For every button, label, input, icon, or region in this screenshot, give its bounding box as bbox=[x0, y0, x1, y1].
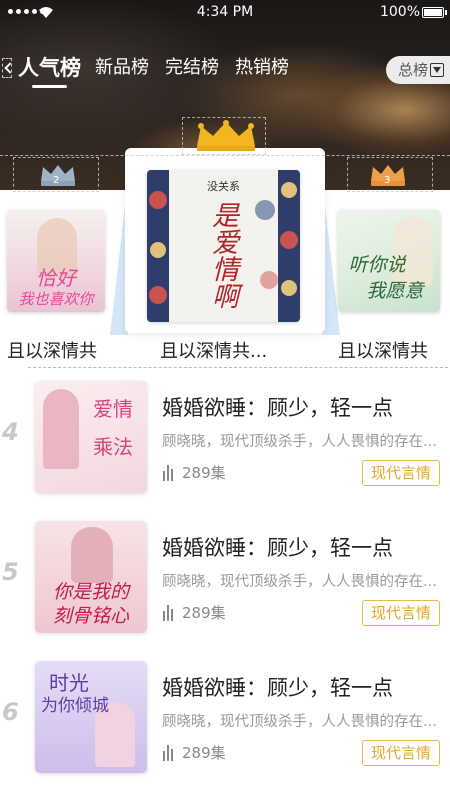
genre-tag[interactable]: 现代言情 bbox=[362, 460, 440, 486]
cover-title-line2: 刻骨铭心 bbox=[52, 605, 129, 627]
ranking-list: 4 爱情 乘法 婚婚欲睡：顾少，轻一点 顾晓晓，现代顶级杀手，人人畏惧的存在..… bbox=[0, 370, 450, 790]
cover-subtitle: 没关系 bbox=[207, 180, 240, 193]
battery-icon bbox=[422, 7, 447, 18]
cover-title-line2: 乘法 bbox=[93, 435, 133, 459]
episode-count-label: 289集 bbox=[182, 604, 226, 622]
chevron-down-icon bbox=[430, 63, 444, 77]
cover-figure bbox=[71, 527, 113, 583]
book-cover[interactable]: 你是我的 刻骨铭心 bbox=[35, 521, 147, 633]
status-bar: 4:34 PM 100% bbox=[0, 0, 450, 26]
rank-number: 6 bbox=[2, 698, 19, 726]
rank-badge-second: 2 bbox=[53, 175, 60, 186]
section-divider bbox=[28, 367, 448, 368]
episode-count: 289集 bbox=[162, 742, 226, 763]
cover-title-line2: 为你倾城 bbox=[41, 696, 109, 716]
book-title: 婚婚欲睡：顾少，轻一点 bbox=[162, 676, 393, 700]
audio-bars-icon bbox=[162, 744, 176, 761]
cover-title-line2: 我愿意 bbox=[366, 280, 424, 302]
audio-bars-icon bbox=[162, 604, 176, 621]
audio-bars-icon bbox=[162, 464, 176, 481]
podium-guide-line bbox=[0, 155, 450, 156]
episode-count: 289集 bbox=[162, 462, 226, 483]
tab-new[interactable]: 新品榜 bbox=[95, 54, 149, 82]
podium-second-cover[interactable]: 恰好 我也喜欢你 bbox=[7, 210, 105, 312]
cover-title-line1: 爱情 bbox=[93, 397, 133, 421]
book-cover[interactable]: 时光 为你倾城 bbox=[35, 661, 147, 773]
book-description: 顾晓晓，现代顶级杀手，人人畏惧的存在... bbox=[162, 574, 437, 590]
rank-badge-third: 3 bbox=[384, 175, 391, 186]
book-description: 顾晓晓，现代顶级杀手，人人畏惧的存在... bbox=[162, 434, 437, 450]
cover-title-line1: 恰好 bbox=[36, 266, 76, 290]
list-item[interactable]: 5 你是我的 刻骨铭心 婚婚欲睡：顾少，轻一点 顾晓晓，现代顶级杀手，人人畏惧的… bbox=[0, 510, 450, 650]
podium-third-cover[interactable]: 听你说 我愿意 bbox=[338, 210, 440, 312]
scope-dropdown-label: 总榜 bbox=[398, 61, 429, 79]
book-title: 婚婚欲睡：顾少，轻一点 bbox=[162, 396, 393, 420]
cover-title-line1: 你是我的 bbox=[52, 581, 129, 603]
tab-popular[interactable]: 人气榜 bbox=[18, 54, 81, 88]
list-item[interactable]: 6 时光 为你倾城 婚婚欲睡：顾少，轻一点 顾晓晓，现代顶级杀手，人人畏惧的存在… bbox=[0, 650, 450, 790]
cover-title-line1: 听你说 bbox=[348, 254, 406, 276]
tab-bestselling[interactable]: 热销榜 bbox=[235, 54, 289, 82]
episode-count-label: 289集 bbox=[182, 744, 226, 762]
book-cover[interactable]: 爱情 乘法 bbox=[35, 381, 147, 493]
episode-count-label: 289集 bbox=[182, 464, 226, 482]
scope-dropdown[interactable]: 总榜 bbox=[386, 56, 450, 84]
rank-number: 4 bbox=[2, 418, 19, 446]
book-title: 婚婚欲睡：顾少，轻一点 bbox=[162, 536, 393, 560]
list-item[interactable]: 4 爱情 乘法 婚婚欲睡：顾少，轻一点 顾晓晓，现代顶级杀手，人人畏惧的存在..… bbox=[0, 370, 450, 510]
cover-title-line2: 我也喜欢你 bbox=[18, 290, 94, 308]
genre-tag[interactable]: 现代言情 bbox=[362, 740, 440, 766]
podium-first-cover[interactable]: 没关系 是爱情啊 bbox=[147, 170, 300, 322]
episode-count: 289集 bbox=[162, 602, 226, 623]
battery-percent: 100% bbox=[379, 4, 420, 20]
back-icon[interactable] bbox=[2, 58, 12, 78]
ranking-tabs: 人气榜 新品榜 完结榜 热销榜 bbox=[18, 54, 305, 88]
podium-first-title[interactable]: 且以深情共... bbox=[160, 337, 267, 363]
rank-number: 5 bbox=[2, 558, 19, 586]
podium-third-title[interactable]: 且以深情共 bbox=[338, 337, 428, 363]
book-description: 顾晓晓，现代顶级杀手，人人畏惧的存在... bbox=[162, 714, 437, 730]
genre-tag[interactable]: 现代言情 bbox=[362, 600, 440, 626]
tab-completed[interactable]: 完结榜 bbox=[165, 54, 219, 82]
cover-title: 是爱情啊 bbox=[207, 201, 238, 309]
gold-crown-icon bbox=[197, 120, 255, 151]
podium-second-title[interactable]: 且以深情共 bbox=[7, 337, 97, 363]
cover-figure bbox=[43, 389, 79, 469]
